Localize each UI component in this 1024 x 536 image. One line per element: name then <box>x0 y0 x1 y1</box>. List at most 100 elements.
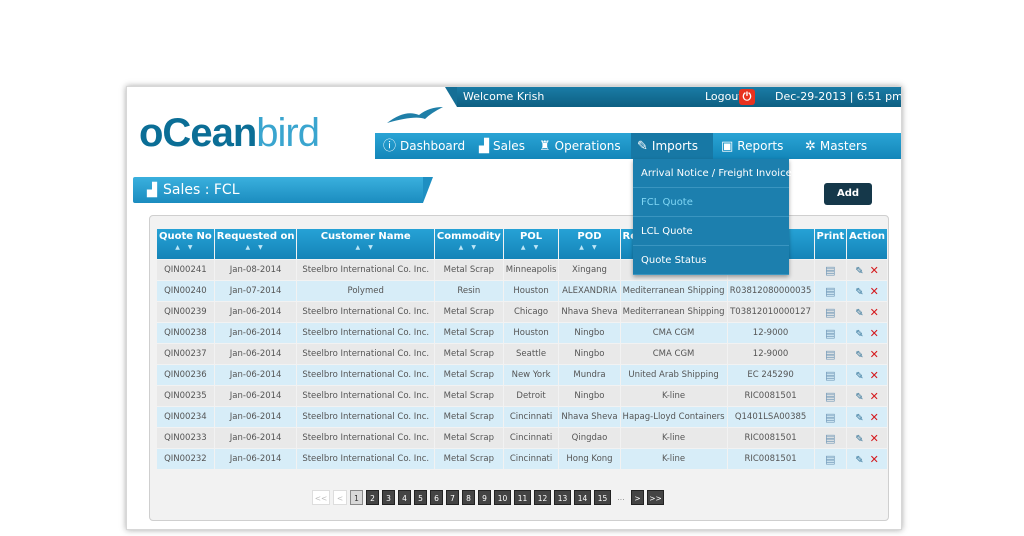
nav-reports[interactable]: ▣ Reports <box>721 133 783 159</box>
edit-icon[interactable]: ✎ <box>855 329 863 340</box>
delete-icon[interactable]: ✕ <box>870 306 879 319</box>
page-button[interactable]: 3 <box>382 490 395 505</box>
page-button[interactable]: 7 <box>446 490 459 505</box>
table-row[interactable]: QIN00234 Jan-06-2014 Steelbro Internationa… <box>157 407 887 427</box>
last-page-button[interactable]: >> <box>647 490 664 505</box>
sort-arrows-icon[interactable]: ▲ ▼ <box>217 244 295 251</box>
sort-arrows-icon[interactable]: ▲ ▼ <box>159 244 212 251</box>
page-button[interactable]: 11 <box>514 490 531 505</box>
page-button[interactable]: 8 <box>462 490 475 505</box>
edit-icon[interactable]: ✎ <box>855 308 863 319</box>
pagination-ellipsis: ... <box>617 493 625 502</box>
menu-item-fcl-quote[interactable]: FCL Quote <box>633 188 789 217</box>
table-row[interactable]: QIN00236 Jan-06-2014 Steelbro Internationa… <box>157 365 887 385</box>
menu-item-lcl-quote[interactable]: LCL Quote <box>633 217 789 246</box>
print-icon[interactable]: ▤ <box>825 390 835 403</box>
nav-operations[interactable]: ♜ Operations <box>539 133 621 159</box>
power-icon[interactable]: ⏻ <box>739 89 755 105</box>
delete-icon[interactable]: ✕ <box>870 327 879 340</box>
print-icon[interactable]: ▤ <box>825 327 835 340</box>
edit-icon[interactable]: ✎ <box>855 266 863 277</box>
delete-icon[interactable]: ✕ <box>870 264 879 277</box>
datetime-display: Dec-29-2013 | 6:51 pm IST <box>775 90 902 103</box>
page-button[interactable]: 9 <box>478 490 491 505</box>
logout-link[interactable]: Logout <box>705 90 743 103</box>
sort-arrows-icon[interactable]: ▲ ▼ <box>437 244 501 251</box>
edit-icon[interactable]: ✎ <box>855 434 863 445</box>
edit-icon[interactable]: ✎ <box>855 371 863 382</box>
column-header[interactable]: Commodity ▲ ▼ <box>434 229 503 259</box>
first-page-button[interactable]: << <box>312 490 330 505</box>
table-row[interactable]: QIN00235 Jan-06-2014 Steelbro Internationa… <box>157 386 887 406</box>
next-page-button[interactable]: > <box>631 490 644 505</box>
nav-dashboard[interactable]: ⓘ Dashboard <box>383 133 465 159</box>
table-row[interactable]: QIN00233 Jan-06-2014 Steelbro Internationa… <box>157 428 887 448</box>
print-icon[interactable]: ▤ <box>825 432 835 445</box>
edit-icon[interactable]: ✎ <box>855 455 863 466</box>
page-button[interactable]: 2 <box>366 490 379 505</box>
column-header[interactable]: POD ▲ ▼ <box>559 229 620 259</box>
delete-icon[interactable]: ✕ <box>870 453 879 466</box>
table-cell: Steelbro International Co. Inc. <box>297 428 434 448</box>
delete-icon[interactable]: ✕ <box>870 348 879 361</box>
column-header[interactable]: Requested on ▲ ▼ <box>214 229 297 259</box>
page-button[interactable]: 1 <box>350 490 363 505</box>
nav-masters[interactable]: ✲ Masters <box>805 133 867 159</box>
print-icon[interactable]: ▤ <box>825 453 835 466</box>
action-cell: ✎ ✕ <box>847 260 887 280</box>
edit-icon[interactable]: ✎ <box>855 350 863 361</box>
table-row[interactable]: QIN00238 Jan-06-2014 Steelbro Internationa… <box>157 323 887 343</box>
table-row[interactable]: QIN00237 Jan-06-2014 Steelbro Internationa… <box>157 344 887 364</box>
page-button[interactable]: 6 <box>430 490 443 505</box>
column-header[interactable]: Quote No ▲ ▼ <box>157 229 214 259</box>
print-cell: ▤ <box>814 365 847 385</box>
edit-icon[interactable]: ✎ <box>855 287 863 298</box>
column-header[interactable]: Customer Name ▲ ▼ <box>297 229 434 259</box>
sort-arrows-icon[interactable]: ▲ ▼ <box>299 244 431 251</box>
delete-icon[interactable]: ✕ <box>870 432 879 445</box>
table-cell: QIN00239 <box>157 302 214 322</box>
info-icon: ⓘ <box>383 139 397 154</box>
edit-icon[interactable]: ✎ <box>855 413 863 424</box>
page-button[interactable]: 5 <box>414 490 427 505</box>
page-button[interactable]: 13 <box>554 490 571 505</box>
menu-item-quote-status[interactable]: Quote Status <box>633 246 789 275</box>
page-title: ▟ Sales : FCL <box>133 177 423 203</box>
page-button[interactable]: 4 <box>398 490 411 505</box>
delete-icon[interactable]: ✕ <box>870 390 879 403</box>
page-button[interactable]: 14 <box>574 490 591 505</box>
table-row[interactable]: QIN00239 Jan-06-2014 Steelbro Internationa… <box>157 302 887 322</box>
print-cell: ▤ <box>814 323 847 343</box>
nav-label: Masters <box>819 139 868 153</box>
gear-icon: ✲ <box>805 139 816 154</box>
add-new-button[interactable]: Add New <box>824 183 872 221</box>
delete-icon[interactable]: ✕ <box>870 285 879 298</box>
delete-icon[interactable]: ✕ <box>870 411 879 424</box>
oceanbird-logo[interactable]: oCeanbird <box>139 111 320 155</box>
print-icon[interactable]: ▤ <box>825 285 835 298</box>
nav-label: Sales <box>493 139 525 153</box>
sort-arrows-icon[interactable]: ▲ ▼ <box>561 244 617 251</box>
table-cell: Minneapolis <box>503 260 559 280</box>
table-cell: Jan-06-2014 <box>214 386 297 406</box>
table-cell: Seattle <box>503 344 559 364</box>
print-icon[interactable]: ▤ <box>825 369 835 382</box>
delete-icon[interactable]: ✕ <box>870 369 879 382</box>
edit-icon[interactable]: ✎ <box>855 392 863 403</box>
table-row[interactable]: QIN00240 Jan-07-2014 Polymed Resin Houston AL… <box>157 281 887 301</box>
print-icon[interactable]: ▤ <box>825 411 835 424</box>
nav-sales[interactable]: ▟ Sales <box>479 133 525 159</box>
menu-item-arrival-notice[interactable]: Arrival Notice / Freight Invoice <box>633 159 792 188</box>
print-icon[interactable]: ▤ <box>825 306 835 319</box>
table-cell: Steelbro International Co. Inc. <box>297 323 434 343</box>
sort-arrows-icon[interactable]: ▲ ▼ <box>506 244 557 251</box>
page-button[interactable]: 10 <box>494 490 511 505</box>
column-header[interactable]: POL ▲ ▼ <box>503 229 559 259</box>
page-button[interactable]: 12 <box>534 490 551 505</box>
prev-page-button[interactable]: < <box>333 490 347 505</box>
print-icon[interactable]: ▤ <box>825 264 835 277</box>
print-icon[interactable]: ▤ <box>825 348 835 361</box>
page-button[interactable]: 15 <box>594 490 611 505</box>
nav-imports[interactable]: ✎ Imports <box>631 133 713 159</box>
table-row[interactable]: QIN00232 Jan-06-2014 Steelbro Internationa… <box>157 449 887 469</box>
